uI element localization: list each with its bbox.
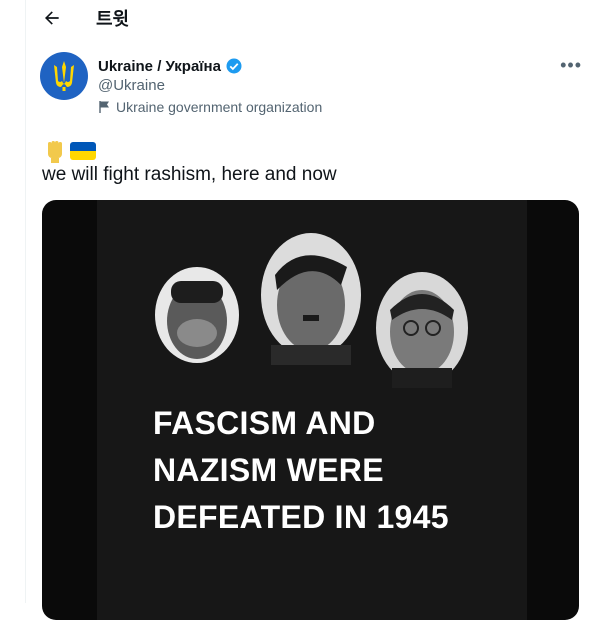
handle[interactable]: @Ukraine [98, 77, 165, 94]
top-bar: 트윗 [26, 0, 600, 40]
government-label-text: Ukraine government organization [116, 99, 323, 115]
flag-label-icon [99, 101, 109, 113]
author-name-row[interactable]: Ukraine / Україна [98, 57, 243, 75]
headline-line: NAZISM WERE [153, 452, 384, 488]
government-label: Ukraine government organization [98, 99, 322, 115]
avatar[interactable] [40, 52, 88, 100]
media-headline: FASCISM AND NAZISM WERE DEFEATED IN 1945 [153, 400, 449, 541]
fist-icon [48, 141, 62, 163]
headline-line: FASCISM AND [153, 405, 376, 441]
ukraine-flag-icon [70, 142, 96, 160]
verified-badge-icon [226, 58, 242, 74]
portrait-left [155, 267, 239, 363]
back-arrow-icon[interactable] [42, 8, 62, 28]
portrait-center [261, 233, 361, 365]
more-options-icon[interactable]: ••• [560, 55, 582, 76]
emoji-row [42, 138, 96, 164]
portrait-right [376, 272, 468, 388]
headline-line: DEFEATED IN 1945 [153, 499, 449, 535]
trident-icon [54, 61, 74, 91]
tweet-column: 트윗 Ukraine / Україна @Ukraine Ukraine go… [25, 0, 600, 620]
display-name[interactable]: Ukraine / Україна [98, 58, 221, 75]
tweet-text: we will fight rashism, here and now [42, 164, 337, 185]
portraits-image [155, 233, 468, 388]
page-title: 트윗 [96, 9, 130, 29]
